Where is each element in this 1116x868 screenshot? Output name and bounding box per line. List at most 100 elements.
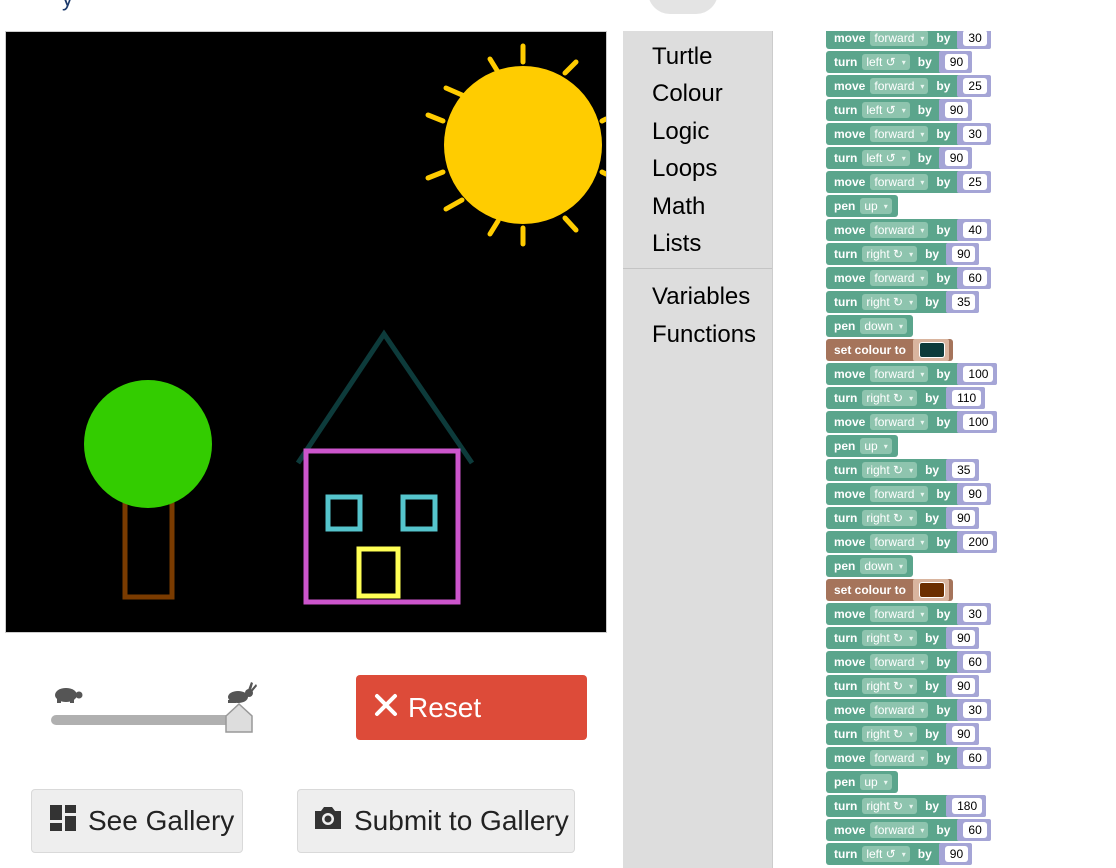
reset-button[interactable]: Reset (356, 675, 587, 740)
block-dropdown[interactable]: forward ▾ (870, 366, 929, 382)
number-field[interactable]: 25 (963, 174, 987, 190)
pen-block[interactable]: pen down ▾ (826, 315, 914, 337)
move-block[interactable]: move forward ▾ by 200 (826, 531, 998, 553)
colour-swatch[interactable] (919, 342, 946, 358)
block-dropdown[interactable]: right ↻ ▾ (862, 510, 918, 526)
move-block[interactable]: move forward ▾ by 60 (826, 747, 991, 769)
block-dropdown[interactable]: forward ▾ (870, 174, 929, 190)
number-field[interactable]: 90 (963, 486, 987, 502)
number-field[interactable]: 60 (963, 822, 987, 838)
block-dropdown[interactable]: right ↻ ▾ (862, 462, 918, 478)
move-block[interactable]: move forward ▾ by 40 (826, 219, 991, 241)
block-dropdown[interactable]: right ↻ ▾ (862, 246, 918, 262)
number-field[interactable]: 180 (952, 798, 983, 814)
set-colour-block[interactable]: set colour to (826, 339, 954, 361)
turn-block[interactable]: turn right ↻ ▾ by 35 (826, 459, 980, 481)
block-dropdown[interactable]: forward ▾ (870, 702, 929, 718)
turn-block[interactable]: turn left ↺ ▾ by 90 (826, 843, 973, 865)
move-block[interactable]: move forward ▾ by 30 (826, 31, 991, 49)
block-dropdown[interactable]: right ↻ ▾ (862, 294, 918, 310)
number-field[interactable]: 90 (944, 54, 969, 70)
number-field[interactable]: 30 (963, 606, 987, 622)
number-field[interactable]: 60 (963, 270, 987, 286)
block-dropdown[interactable]: up ▾ (860, 198, 892, 214)
block-dropdown[interactable]: down ▾ (860, 318, 908, 334)
turn-block[interactable]: turn left ↺ ▾ by 90 (826, 51, 973, 73)
move-block[interactable]: move forward ▾ by 90 (826, 483, 991, 505)
block-dropdown[interactable]: right ↻ ▾ (862, 390, 918, 406)
block-dropdown[interactable]: forward ▾ (870, 222, 929, 238)
number-field[interactable]: 35 (952, 294, 976, 310)
see-gallery-button[interactable]: See Gallery (31, 789, 243, 853)
toolbox-category-loops[interactable]: Loops (652, 155, 717, 183)
number-field[interactable]: 100 (963, 366, 994, 382)
number-field[interactable]: 60 (963, 750, 987, 766)
speed-slider-thumb[interactable] (224, 702, 254, 739)
block-dropdown[interactable]: left ↺ ▾ (862, 150, 910, 166)
number-field[interactable]: 60 (963, 654, 987, 670)
turn-block[interactable]: turn right ↻ ▾ by 90 (826, 243, 980, 265)
move-block[interactable]: move forward ▾ by 100 (826, 363, 998, 385)
number-field[interactable]: 90 (944, 102, 969, 118)
move-block[interactable]: move forward ▾ by 60 (826, 267, 991, 289)
toolbox-category-logic[interactable]: Logic (652, 118, 709, 146)
move-block[interactable]: move forward ▾ by 30 (826, 603, 991, 625)
speed-slider-track[interactable] (51, 715, 251, 725)
number-field[interactable]: 110 (952, 390, 982, 406)
move-block[interactable]: move forward ▾ by 100 (826, 411, 998, 433)
block-dropdown[interactable]: forward ▾ (870, 654, 929, 670)
block-dropdown[interactable]: forward ▾ (870, 31, 929, 46)
number-field[interactable]: 90 (952, 630, 976, 646)
turn-block[interactable]: turn left ↺ ▾ by 90 (826, 147, 973, 169)
number-field[interactable]: 30 (963, 31, 987, 46)
number-field[interactable]: 25 (963, 78, 987, 94)
turn-block[interactable]: turn right ↻ ▾ by 180 (826, 795, 987, 817)
block-dropdown[interactable]: forward ▾ (870, 270, 929, 286)
number-field[interactable]: 30 (963, 702, 987, 718)
turn-block[interactable]: turn right ↻ ▾ by 90 (826, 507, 980, 529)
number-field[interactable]: 200 (963, 534, 994, 550)
block-dropdown[interactable]: left ↺ ▾ (862, 54, 910, 70)
block-dropdown[interactable]: right ↻ ▾ (862, 798, 918, 814)
block-dropdown[interactable]: forward ▾ (870, 534, 929, 550)
number-field[interactable]: 100 (963, 414, 994, 430)
turn-block[interactable]: turn left ↺ ▾ by 90 (826, 99, 973, 121)
pen-block[interactable]: pen up ▾ (826, 435, 898, 457)
turn-block[interactable]: turn right ↻ ▾ by 35 (826, 291, 980, 313)
move-block[interactable]: move forward ▾ by 60 (826, 651, 991, 673)
toolbox-category-colour[interactable]: Colour (652, 80, 723, 108)
block-dropdown[interactable]: forward ▾ (870, 486, 929, 502)
number-field[interactable]: 90 (952, 678, 976, 694)
block-dropdown[interactable]: up ▾ (860, 774, 892, 790)
block-dropdown[interactable]: right ↻ ▾ (862, 678, 918, 694)
turn-block[interactable]: turn right ↻ ▾ by 90 (826, 723, 980, 745)
move-block[interactable]: move forward ▾ by 60 (826, 819, 991, 841)
number-field[interactable]: 40 (963, 222, 987, 238)
block-dropdown[interactable]: left ↺ ▾ (862, 846, 910, 862)
number-field[interactable]: 90 (952, 510, 976, 526)
move-block[interactable]: move forward ▾ by 30 (826, 699, 991, 721)
move-block[interactable]: move forward ▾ by 25 (826, 171, 991, 193)
block-dropdown[interactable]: up ▾ (860, 438, 892, 454)
block-dropdown[interactable]: left ↺ ▾ (862, 102, 910, 118)
number-field[interactable]: 90 (952, 726, 976, 742)
set-colour-block[interactable]: set colour to (826, 579, 954, 601)
pen-block[interactable]: pen up ▾ (826, 771, 898, 793)
toolbox-category-lists[interactable]: Lists (652, 230, 701, 258)
number-field[interactable]: 90 (944, 150, 969, 166)
submit-gallery-button[interactable]: Submit to Gallery (297, 789, 575, 853)
block-dropdown[interactable]: forward ▾ (870, 750, 929, 766)
block-dropdown[interactable]: forward ▾ (870, 822, 929, 838)
toolbox-category-math[interactable]: Math (652, 193, 705, 221)
toolbox-category-turtle[interactable]: Turtle (652, 43, 712, 71)
number-field[interactable]: 90 (944, 846, 969, 862)
move-block[interactable]: move forward ▾ by 30 (826, 123, 991, 145)
block-dropdown[interactable]: forward ▾ (870, 78, 929, 94)
turn-block[interactable]: turn right ↻ ▾ by 90 (826, 627, 980, 649)
move-block[interactable]: move forward ▾ by 25 (826, 75, 991, 97)
block-dropdown[interactable]: down ▾ (860, 558, 908, 574)
toolbox-category-variables[interactable]: Variables (652, 283, 750, 311)
turn-block[interactable]: turn right ↻ ▾ by 90 (826, 675, 980, 697)
pen-block[interactable]: pen up ▾ (826, 195, 898, 217)
colour-swatch[interactable] (919, 582, 946, 598)
